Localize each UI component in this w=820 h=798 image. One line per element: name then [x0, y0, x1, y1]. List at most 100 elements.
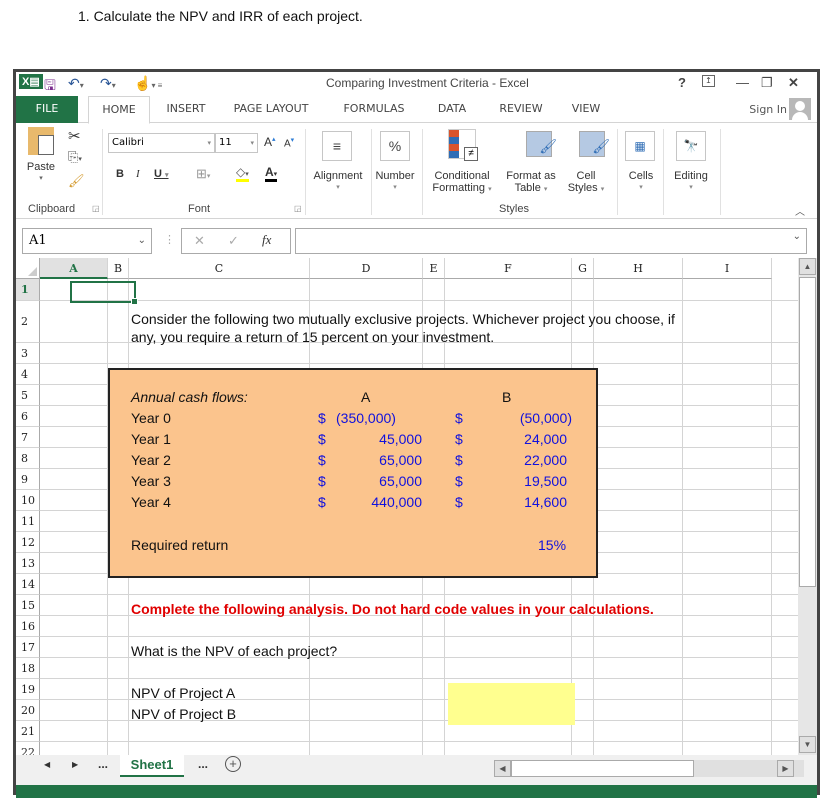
select-all-corner[interactable] — [16, 258, 40, 279]
worksheet-grid[interactable]: Consider the following two mutually excl… — [16, 258, 798, 755]
insert-function-icon[interactable]: fx — [262, 232, 271, 248]
row-header-3[interactable]: 3 — [16, 343, 40, 364]
npv-answer-cells[interactable] — [448, 683, 575, 725]
row-header-6[interactable]: 6 — [16, 406, 40, 427]
scroll-up-button[interactable]: ▲ — [799, 258, 816, 275]
column-header-c[interactable]: C — [129, 258, 310, 279]
row-header-19[interactable]: 19 — [16, 679, 40, 700]
chevron-down-icon[interactable]: ⌄ — [138, 229, 146, 253]
row-header-1[interactable]: 1 — [16, 279, 40, 301]
conditional-formatting-button[interactable]: Conditional Formatting ▾ — [426, 170, 498, 196]
cell-styles-button[interactable]: Cell Styles ▾ — [564, 170, 608, 196]
copy-icon[interactable]: ⎘▾ — [68, 149, 82, 165]
undo-icon[interactable]: ↶▾ — [68, 75, 84, 92]
font-launcher-icon[interactable]: ◲ — [294, 204, 302, 213]
row-header-5[interactable]: 5 — [16, 385, 40, 406]
tab-view[interactable]: VIEW — [564, 96, 608, 123]
fill-color-button[interactable]: ◇▾ — [236, 165, 249, 182]
tab-data[interactable]: DATA — [430, 96, 474, 123]
row-header-22[interactable]: 22 — [16, 742, 40, 755]
tab-formulas[interactable]: FORMULAS — [336, 96, 412, 123]
minimize-button[interactable]: — — [736, 75, 749, 90]
bold-button[interactable]: B — [116, 168, 124, 180]
column-header-h[interactable]: H — [594, 258, 683, 279]
sheet-tab-sheet1[interactable]: Sheet1 — [120, 755, 184, 777]
prev-sheet-icon[interactable]: ◀ — [44, 760, 50, 769]
tab-page-layout[interactable]: PAGE LAYOUT — [226, 96, 316, 123]
row-header-16[interactable]: 16 — [16, 616, 40, 637]
name-box[interactable]: A1 ⌄ — [22, 228, 152, 254]
row-header-2[interactable]: 2 — [16, 301, 40, 343]
row-header-15[interactable]: 15 — [16, 595, 40, 616]
row-header-8[interactable]: 8 — [16, 448, 40, 469]
formula-input[interactable]: ⌄ — [295, 228, 807, 254]
row-header-7[interactable]: 7 — [16, 427, 40, 448]
grow-font-button[interactable]: A▴ — [264, 135, 276, 149]
column-header-e[interactable]: E — [423, 258, 445, 279]
column-header-g[interactable]: G — [572, 258, 594, 279]
font-size-select[interactable]: 11 ▾ — [215, 133, 258, 153]
tab-home[interactable]: HOME — [88, 96, 150, 124]
format-painter-icon[interactable]: 🖌 — [68, 173, 85, 189]
vertical-scrollbar[interactable]: ▲ ▼ — [798, 258, 817, 755]
tab-file[interactable]: FILE — [16, 96, 78, 123]
horizontal-scrollbar[interactable]: ◀ ▶ — [494, 760, 804, 777]
row-header-10[interactable]: 10 — [16, 490, 40, 511]
underline-button[interactable]: U ▾ — [154, 168, 169, 180]
more-sheets-left[interactable]: ... — [98, 757, 108, 771]
styles-group-label: Styles — [499, 203, 529, 215]
format-as-table-button[interactable]: Format as Table ▾ — [502, 170, 560, 196]
column-header-b[interactable]: B — [108, 258, 129, 279]
row-header-17[interactable]: 17 — [16, 637, 40, 658]
scroll-right-button[interactable]: ▶ — [777, 760, 794, 777]
sign-in[interactable]: Sign In — [749, 98, 811, 120]
column-header-f[interactable]: F — [445, 258, 572, 279]
editing-button[interactable]: Editing ▾ — [666, 170, 716, 194]
row-header-14[interactable]: 14 — [16, 574, 40, 595]
close-button[interactable]: ✕ — [788, 75, 799, 91]
horizontal-scroll-thumb[interactable] — [511, 760, 694, 777]
borders-button[interactable]: ⊞▾ — [196, 166, 210, 182]
alignment-button[interactable]: Alignment ▾ — [308, 170, 368, 194]
selected-cell-a1[interactable] — [70, 281, 138, 305]
row-header-4[interactable]: 4 — [16, 364, 40, 385]
row-header-9[interactable]: 9 — [16, 469, 40, 490]
scroll-left-button[interactable]: ◀ — [494, 760, 511, 777]
cash-flow-a: 440,000 — [371, 494, 422, 510]
cells-button[interactable]: Cells ▾ — [621, 170, 661, 194]
row-header-18[interactable]: 18 — [16, 658, 40, 679]
row-header-21[interactable]: 21 — [16, 721, 40, 742]
question-text: 1. Calculate the NPV and IRR of each pro… — [78, 8, 363, 24]
scroll-down-button[interactable]: ▼ — [799, 736, 816, 753]
font-name-select[interactable]: Calibri ▾ — [108, 133, 215, 153]
shrink-font-button[interactable]: A▾ — [284, 136, 294, 149]
add-sheet-icon[interactable]: + — [225, 756, 241, 772]
column-header-i[interactable]: I — [683, 258, 772, 279]
collapse-ribbon-icon[interactable]: ︿ — [795, 203, 805, 218]
help-button[interactable]: ? — [678, 75, 686, 90]
tab-review[interactable]: REVIEW — [492, 96, 550, 123]
font-color-button[interactable]: A▾ — [265, 165, 278, 182]
column-header-d[interactable]: D — [310, 258, 423, 279]
redo-icon[interactable]: ↷▾ — [100, 75, 116, 92]
cut-icon[interactable]: ✂ — [68, 127, 81, 145]
restore-button[interactable]: ❐ — [761, 75, 773, 91]
row-header-13[interactable]: 13 — [16, 553, 40, 574]
more-sheets-right[interactable]: ... — [198, 757, 208, 771]
vertical-scroll-thumb[interactable] — [799, 277, 816, 587]
italic-button[interactable]: I — [136, 168, 140, 180]
column-header-a[interactable]: A — [40, 258, 108, 279]
row-header-20[interactable]: 20 — [16, 700, 40, 721]
next-sheet-icon[interactable]: ▶ — [72, 760, 78, 769]
enter-icon[interactable]: ✓ — [228, 233, 239, 249]
ribbon-display-options-button[interactable]: ↥ — [702, 75, 715, 87]
tab-insert[interactable]: INSERT — [156, 96, 216, 123]
expand-formula-bar-icon[interactable]: ⌄ — [793, 231, 801, 242]
number-button[interactable]: Number ▾ — [372, 170, 418, 194]
cancel-icon[interactable]: ✕ — [194, 233, 205, 249]
paste-button[interactable]: Paste ▾ — [24, 127, 58, 185]
touch-mode-icon[interactable]: ☝▾ ≡ — [134, 75, 162, 92]
row-header-12[interactable]: 12 — [16, 532, 40, 553]
clipboard-launcher-icon[interactable]: ◲ — [92, 204, 100, 213]
row-header-11[interactable]: 11 — [16, 511, 40, 532]
